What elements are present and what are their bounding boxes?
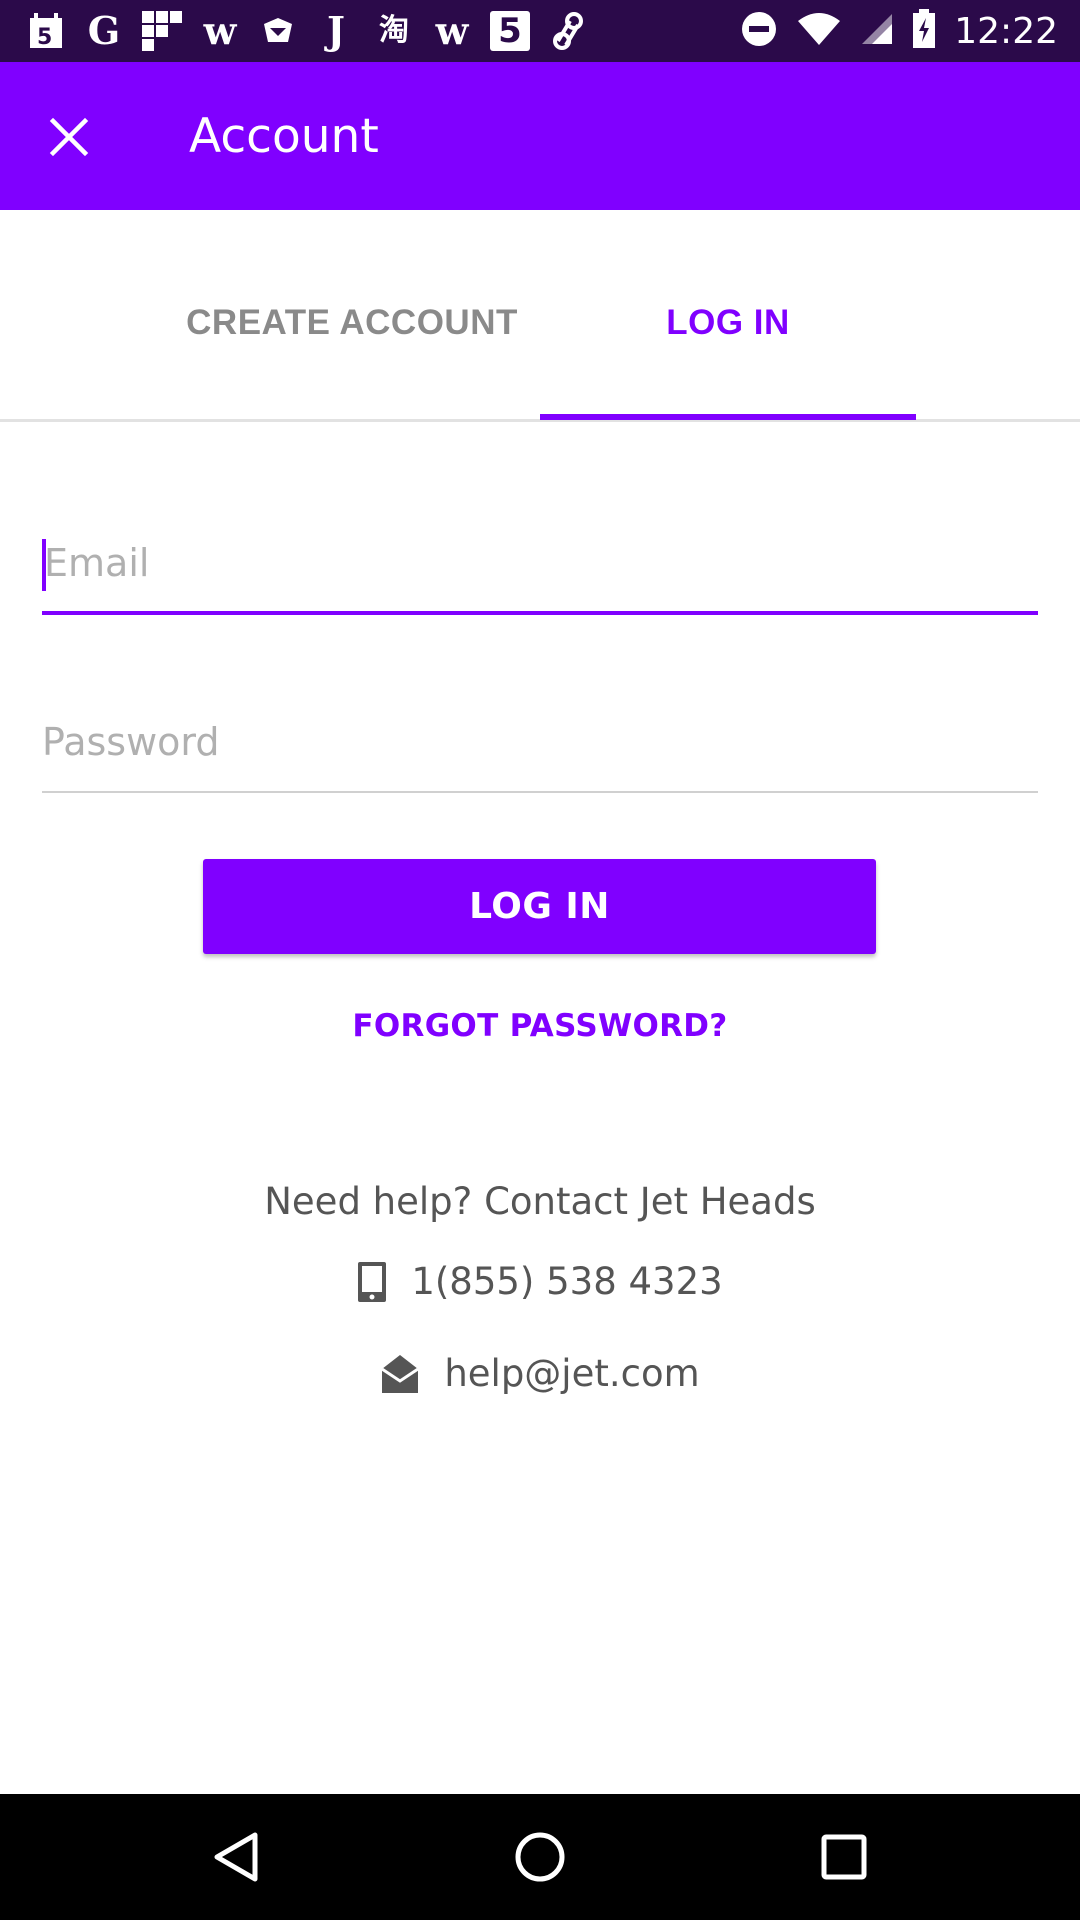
svg-text:5: 5: [37, 25, 52, 50]
phone-number[interactable]: 1(855) 538 4323: [411, 1260, 722, 1303]
wifi-icon: [796, 11, 842, 52]
tab-log-in[interactable]: LOG IN: [540, 210, 916, 422]
account-tabs: CREATE ACCOUNT LOG IN: [0, 210, 1080, 422]
notification-icons: 5 G w J 淘 w 5: [26, 11, 588, 51]
login-button[interactable]: LOG IN: [203, 859, 876, 954]
five-notification-icon: 5: [490, 11, 530, 51]
calendar-icon: 5: [26, 11, 66, 51]
phone-icon: [358, 1261, 387, 1302]
home-icon: [515, 1832, 565, 1882]
battery-icon: [912, 8, 936, 54]
mail-icon: [381, 1354, 420, 1393]
app-bar: Account: [0, 62, 1080, 210]
navigation-bar: [0, 1794, 1080, 1920]
do-not-disturb-icon: [740, 10, 778, 53]
email-field-container: [42, 515, 1038, 615]
system-icons: 12:22: [740, 8, 1058, 54]
link-icon: [548, 11, 588, 51]
home-button[interactable]: [500, 1817, 580, 1897]
recents-button[interactable]: [804, 1817, 884, 1897]
help-text: Need help? Contact Jet Heads: [264, 1180, 816, 1223]
password-field-container: [42, 693, 1038, 793]
email-input[interactable]: [42, 515, 1038, 611]
selected-tab-indicator: [540, 414, 916, 420]
text-cursor: [42, 539, 46, 591]
back-icon: [214, 1832, 258, 1882]
password-input[interactable]: [42, 693, 1038, 791]
close-icon: [49, 117, 89, 157]
contact-phone-row[interactable]: 1(855) 538 4323: [0, 1260, 1080, 1303]
j-notification-icon: J: [327, 8, 345, 53]
status-time: 12:22: [954, 10, 1058, 52]
tab-create-account[interactable]: CREATE ACCOUNT: [164, 210, 540, 422]
screen: 5 G w J 淘 w 5 12:22 Account CREATE ACCOU…: [0, 0, 1080, 1920]
email-address[interactable]: help@jet.com: [444, 1352, 699, 1395]
page-title: Account: [189, 108, 379, 164]
close-button[interactable]: [34, 102, 104, 172]
taobao-icon: 淘: [379, 13, 409, 48]
signal-icon: [860, 12, 894, 51]
recents-icon: [821, 1834, 867, 1880]
back-button[interactable]: [196, 1817, 276, 1897]
forgot-password-link[interactable]: FORGOT PASSWORD?: [0, 1008, 1080, 1044]
w-notification-icon: w: [203, 8, 237, 53]
g-notification-icon: G: [87, 8, 121, 53]
status-bar: 5 G w J 淘 w 5 12:22: [0, 0, 1080, 62]
grid-icon: [142, 11, 182, 51]
cube-icon: [258, 11, 298, 51]
w-notification-icon-2: w: [435, 8, 469, 53]
contact-email-row[interactable]: help@jet.com: [0, 1352, 1080, 1395]
